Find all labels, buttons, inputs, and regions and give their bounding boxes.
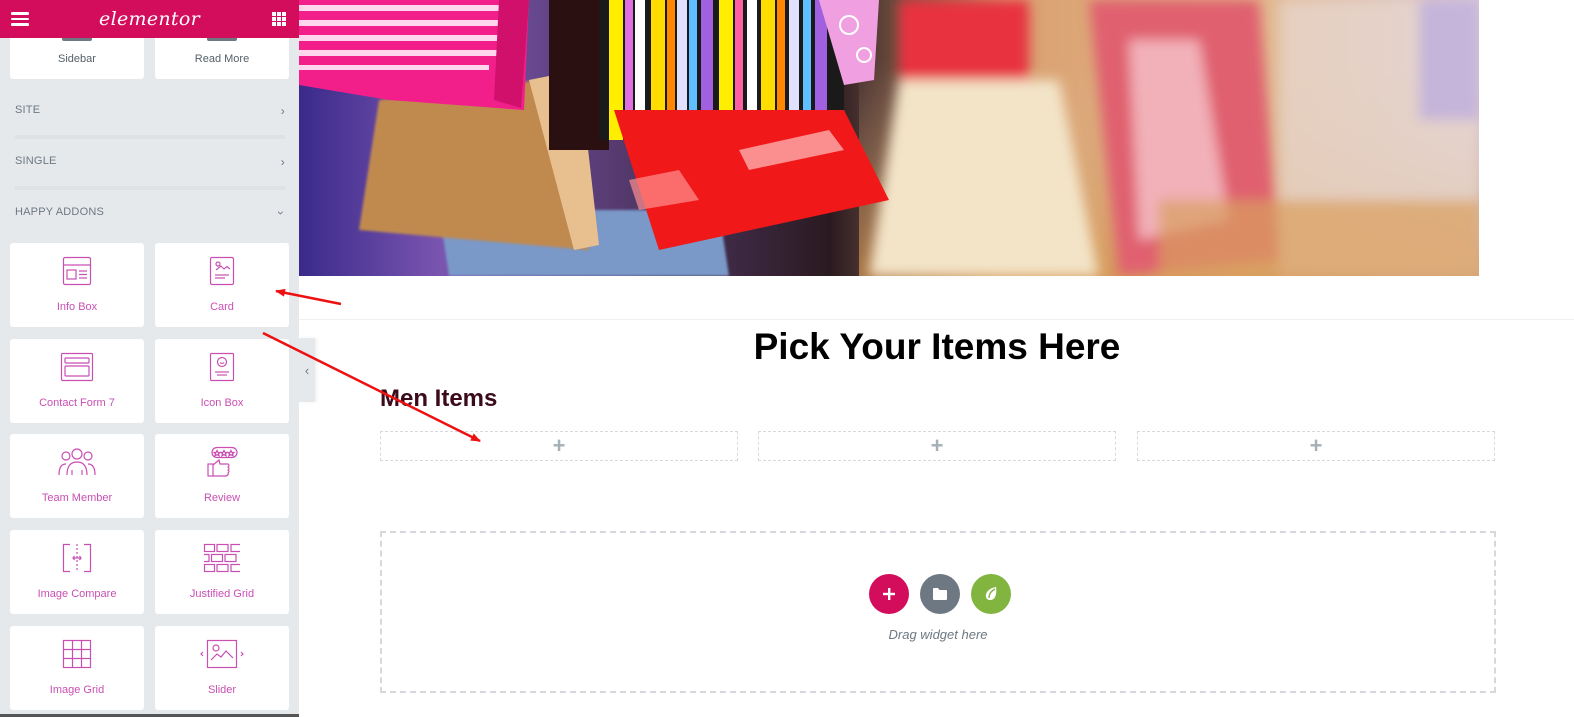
widget-label: Image Grid [49, 684, 105, 696]
elementor-logo: elementor [99, 8, 200, 30]
widget-team-member[interactable]: Team Member [10, 434, 144, 518]
column-3-add-widget[interactable]: + [1137, 431, 1495, 461]
add-template-button[interactable] [920, 574, 960, 614]
widget-label: Read More [194, 53, 250, 65]
category-label: SINGLE [15, 155, 57, 167]
widget-justified-grid[interactable]: Justified Grid [155, 530, 289, 614]
widget-label: Justified Grid [189, 588, 255, 600]
plus-icon: + [552, 433, 566, 458]
image-grid-icon [62, 639, 92, 669]
column-1-add-widget[interactable]: + [380, 431, 738, 461]
chevron-right-icon: › [280, 104, 285, 118]
widget-label: Slider [207, 684, 237, 696]
widget-panel: elementor Sidebar Read More SITE › SINGL… [0, 0, 299, 717]
category-site[interactable]: SITE › [15, 104, 285, 124]
chevron-right-icon: › [280, 155, 285, 169]
hero-image [299, 0, 1479, 276]
widget-slider[interactable]: Slider [155, 626, 289, 710]
envato-leaf-icon [985, 587, 997, 600]
widget-label: Team Member [41, 492, 113, 504]
justified-grid-icon [203, 543, 240, 573]
category-label: SITE [15, 104, 41, 116]
image-compare-icon [62, 543, 92, 573]
widget-info-box[interactable]: Info Box [10, 243, 144, 327]
slider-icon [200, 639, 244, 669]
new-section-drop-zone[interactable]: Drag widget here [380, 531, 1496, 693]
column-2-add-widget[interactable]: + [758, 431, 1116, 461]
widget-label: Sidebar [58, 53, 96, 65]
widget-contact-form-7[interactable]: Contact Form 7 [10, 339, 144, 423]
widget-card[interactable]: Card [155, 243, 289, 327]
elementor-editor: Pick Your Items Here Men Items + + + Dra… [0, 0, 1574, 717]
plus-icon: + [930, 433, 944, 458]
team-member-icon [58, 448, 96, 476]
section-divider [299, 319, 1574, 320]
plus-icon [883, 588, 895, 600]
chevron-down-icon: › [273, 210, 288, 216]
widget-label: Contact Form 7 [39, 397, 115, 409]
category-single[interactable]: SINGLE › [15, 155, 285, 175]
widget-label: Info Box [56, 301, 98, 313]
icon-box-icon [209, 352, 235, 382]
review-icon [207, 446, 238, 477]
widget-icon-box[interactable]: Icon Box [155, 339, 289, 423]
divider [15, 186, 285, 190]
category-happy-addons[interactable]: HAPPY ADDONS › [15, 206, 288, 226]
widget-label: Icon Box [200, 397, 244, 409]
drag-widget-hint: Drag widget here [888, 627, 988, 642]
widget-review[interactable]: Review [155, 434, 289, 518]
widget-image-compare[interactable]: Image Compare [10, 530, 144, 614]
folder-icon [933, 588, 947, 600]
category-label: HAPPY ADDONS [15, 206, 105, 218]
collapse-panel-button[interactable]: ‹ [299, 338, 315, 402]
info-box-icon [62, 256, 92, 286]
add-section-button[interactable] [869, 574, 909, 614]
widget-image-grid[interactable]: Image Grid [10, 626, 144, 710]
chevron-left-icon: ‹ [304, 362, 310, 378]
grid-apps-icon[interactable] [272, 12, 286, 26]
card-icon [209, 256, 235, 286]
panel-header: elementor [0, 0, 299, 38]
divider [15, 135, 285, 139]
plus-icon: + [1309, 433, 1323, 458]
widget-label: Card [210, 301, 234, 313]
widget-label: Review [203, 492, 241, 504]
men-items-heading[interactable]: Men Items [380, 385, 497, 413]
page-title[interactable]: Pick Your Items Here [300, 326, 1574, 368]
hamburger-icon[interactable] [11, 12, 29, 26]
envato-kit-button[interactable] [971, 574, 1011, 614]
shopping-bags-photo [299, 0, 1479, 276]
drop-zone-actions [869, 574, 1011, 614]
contact-form-icon [60, 352, 94, 382]
widget-label: Image Compare [37, 588, 117, 600]
